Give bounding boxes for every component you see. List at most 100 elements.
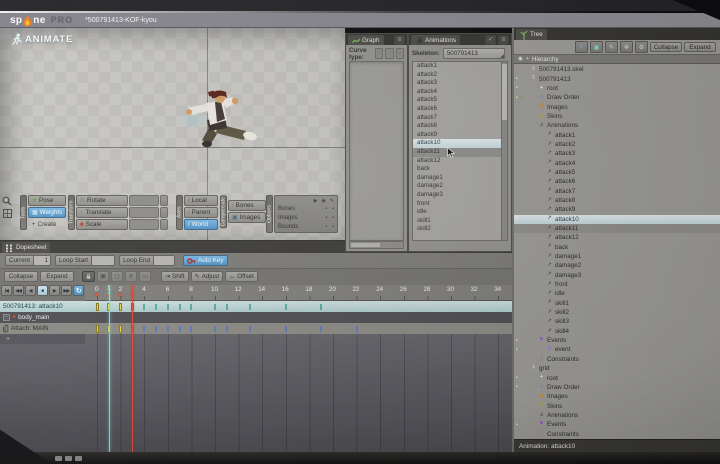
- add-track-row[interactable]: +: [0, 334, 85, 344]
- tree-node[interactable]: ↗attack11: [514, 224, 720, 233]
- tree-node[interactable]: ↗attack5: [514, 168, 720, 177]
- flake-icon[interactable]: ✻: [620, 41, 633, 53]
- keyframe-marker-secondary[interactable]: [320, 304, 322, 310]
- tree-tab[interactable]: Tree: [516, 29, 547, 40]
- skeleton-dropdown[interactable]: 500791413: [443, 48, 505, 59]
- tree-node[interactable]: Ŧ500791413.skel: [514, 65, 720, 74]
- tree-node[interactable]: •+root: [514, 84, 720, 93]
- zoom-tool-icon[interactable]: [2, 196, 12, 206]
- compensate-images-button[interactable]: ▣Images: [228, 212, 266, 223]
- keyframe-marker[interactable]: [96, 303, 99, 311]
- tree-node[interactable]: ƒConstraints: [514, 429, 720, 438]
- tree-node[interactable]: Ŧgrid: [514, 364, 720, 373]
- tree-expand-button[interactable]: Expand: [684, 42, 716, 52]
- visibility-dot-icon[interactable]: •: [516, 76, 518, 82]
- options-row-bounds[interactable]: Bounds••: [278, 222, 334, 231]
- playhead-line[interactable]: [109, 285, 110, 452]
- current-frame-field[interactable]: Current 1: [5, 255, 51, 266]
- shift-button[interactable]: ⇥Shift: [161, 271, 189, 282]
- animation-item[interactable]: attack10: [413, 139, 501, 148]
- animation-item[interactable]: back: [413, 165, 501, 174]
- rotate-button[interactable]: ↻Rotate: [76, 195, 128, 206]
- animation-item[interactable]: attack8: [413, 122, 501, 131]
- tree-node[interactable]: •∞⚑event: [514, 345, 720, 354]
- keyframe-marker-secondary[interactable]: [167, 326, 169, 332]
- pen-icon[interactable]: ✎: [575, 41, 588, 53]
- tree-node[interactable]: ↗skill2: [514, 308, 720, 317]
- keyframe-marker-secondary[interactable]: [249, 304, 251, 310]
- scale-key-button[interactable]: [160, 219, 168, 230]
- tree-node[interactable]: ↗attack1: [514, 130, 720, 139]
- tree-node[interactable]: ↗idle: [514, 289, 720, 298]
- animation-item[interactable]: idle: [413, 208, 501, 217]
- animation-item[interactable]: attack6: [413, 105, 501, 114]
- keyframe-marker-secondary[interactable]: [179, 326, 181, 332]
- keyframe-marker-secondary[interactable]: [320, 326, 322, 332]
- tree-collapse-button[interactable]: Collapse: [650, 42, 682, 52]
- graph-curve-list[interactable]: [349, 61, 404, 241]
- tree-node[interactable]: •⚑Events: [514, 336, 720, 345]
- ghosting-button[interactable]: ▣: [97, 271, 109, 282]
- keyframe-diamond-icon[interactable]: ◆: [118, 292, 122, 298]
- animation-item[interactable]: attack3: [413, 79, 501, 88]
- animation-item[interactable]: skill2: [413, 225, 501, 234]
- animation-item[interactable]: damage3: [413, 191, 501, 200]
- cursor-option-icon[interactable]: ▶: [314, 198, 318, 204]
- pen2-icon[interactable]: ✎: [605, 41, 618, 53]
- animation-item[interactable]: damage1: [413, 174, 501, 183]
- animation-item[interactable]: attack7: [413, 114, 501, 123]
- options-row-images[interactable]: Images••: [278, 213, 334, 222]
- visibility-dot-icon[interactable]: •: [516, 422, 518, 428]
- loop-start-field[interactable]: Loop Start: [55, 255, 115, 266]
- compensate-bones-button[interactable]: /Bones: [228, 200, 266, 211]
- tree-node[interactable]: ↗attack3: [514, 149, 720, 158]
- timeline-ruler[interactable]: 02468101214161820222426283032341▼◆◆◆◆: [85, 285, 512, 301]
- keyframe-marker-secondary[interactable]: [179, 304, 181, 310]
- tree-node[interactable]: ↗attack7: [514, 186, 720, 195]
- visibility-dot-icon[interactable]: •: [516, 375, 518, 381]
- keyframe-marker[interactable]: [119, 303, 122, 311]
- visibility-dot-icon[interactable]: •: [516, 384, 518, 390]
- keyframe-marker-secondary[interactable]: [285, 326, 287, 332]
- keyframe-marker-secondary[interactable]: [249, 326, 251, 332]
- loop-button[interactable]: ↻: [73, 285, 84, 296]
- tree-node[interactable]: ♫Animations: [514, 121, 720, 130]
- collapse-track-icon[interactable]: −: [3, 314, 10, 321]
- adjust-button[interactable]: ✎Adjust: [191, 271, 224, 282]
- gear-icon[interactable]: ⚙: [635, 41, 648, 53]
- next-key-button[interactable]: ▶▶: [61, 285, 72, 296]
- tree-node[interactable]: •∞≡Draw Order: [514, 93, 720, 102]
- play-button[interactable]: ▶: [49, 285, 60, 296]
- curve-bezier-button[interactable]: ~: [385, 48, 393, 59]
- weights-button[interactable]: ▦Weights: [28, 207, 66, 218]
- graph-menu-icon[interactable]: ≡: [394, 35, 405, 45]
- tree-node[interactable]: •↗attack10: [514, 215, 720, 224]
- keyframe-marker-secondary[interactable]: [226, 304, 228, 310]
- animation-item[interactable]: front: [413, 200, 501, 209]
- tree-node[interactable]: ▧Skins: [514, 401, 720, 410]
- keyframe-marker-secondary[interactable]: [190, 326, 192, 332]
- eye-option-icon[interactable]: ◉: [321, 198, 325, 204]
- prev-key-button[interactable]: ◀◀: [13, 285, 24, 296]
- tree-node[interactable]: ▦Images: [514, 102, 720, 111]
- loop-end-field[interactable]: Loop End: [119, 255, 175, 266]
- tree-node[interactable]: ↗attack8: [514, 196, 720, 205]
- graph-tab[interactable]: Graph: [348, 35, 384, 45]
- lock-button[interactable]: [82, 271, 95, 282]
- paste-keys-button[interactable]: ▭: [139, 271, 151, 282]
- clean-up-button[interactable]: ◻: [111, 271, 123, 282]
- tree-node[interactable]: •+root: [514, 373, 720, 382]
- tree-node[interactable]: •Ŧ500791413: [514, 74, 720, 83]
- tree-node[interactable]: ↗damage3: [514, 271, 720, 280]
- animations-menu-icon[interactable]: ≡: [498, 35, 509, 45]
- dopesheet-expand-button[interactable]: Expand: [40, 271, 74, 282]
- animation-track-row[interactable]: 500791413: attack10: [0, 301, 512, 312]
- animations-tab[interactable]: Animations: [411, 35, 460, 45]
- translate-button[interactable]: +Translate: [76, 207, 128, 218]
- curve-linear-button[interactable]: /: [375, 48, 383, 59]
- tree-node[interactable]: ↗skill3: [514, 317, 720, 326]
- visibility-dot-icon[interactable]: •: [516, 95, 518, 101]
- bone-track-row[interactable]: − + body_main: [0, 312, 512, 323]
- tree-node[interactable]: ↗attack4: [514, 158, 720, 167]
- animation-item[interactable]: skill1: [413, 217, 501, 226]
